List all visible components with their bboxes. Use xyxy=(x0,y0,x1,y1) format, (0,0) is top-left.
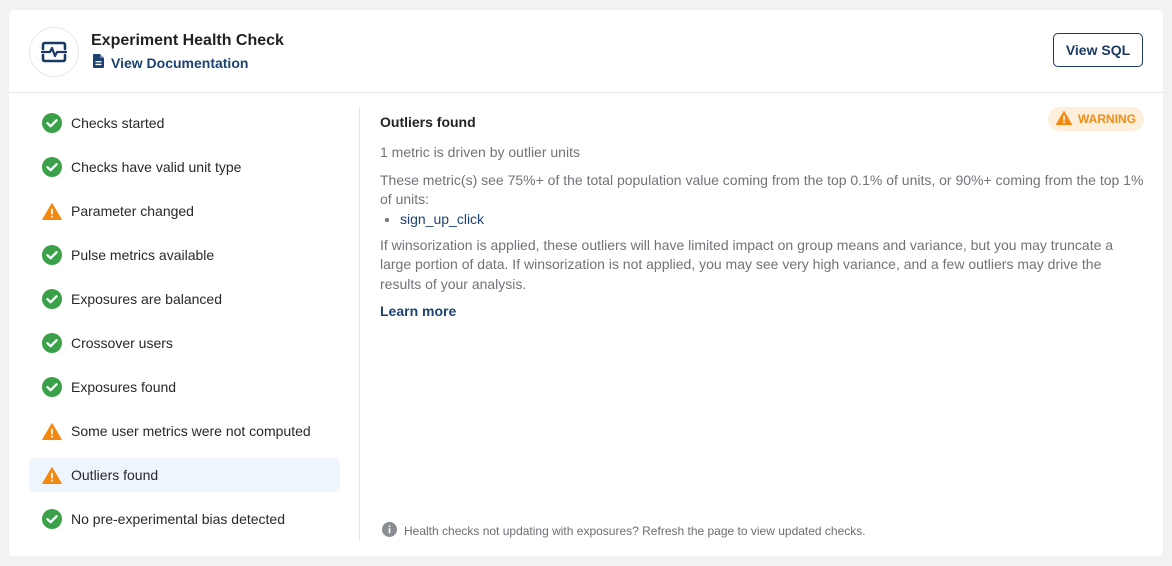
check-item-label: Exposures are balanced xyxy=(71,291,222,307)
check-detail-panel: Outliers found WARNING 1 metric is drive… xyxy=(380,107,1144,321)
check-circle-icon xyxy=(42,289,62,309)
check-item-label: Parameter changed xyxy=(71,203,194,219)
header: Experiment Health Check View Documentati… xyxy=(9,10,1163,93)
check-item-label: Crossover users xyxy=(71,335,173,351)
check-item-label: Checks have valid unit type xyxy=(71,159,242,175)
page-title: Experiment Health Check xyxy=(91,32,284,49)
detail-description: These metric(s) see 75%+ of the total po… xyxy=(380,171,1144,208)
document-icon xyxy=(93,54,104,71)
check-circle-icon xyxy=(42,113,62,133)
learn-more-link[interactable]: Learn more xyxy=(380,303,456,319)
footer-note-text: Health checks not updating with exposure… xyxy=(404,524,866,538)
check-item-label: Pulse metrics available xyxy=(71,247,215,263)
panel-divider xyxy=(359,107,360,540)
warning-badge: WARNING xyxy=(1048,107,1144,131)
info-icon xyxy=(382,522,397,540)
check-item[interactable]: Parameter changed xyxy=(29,194,340,228)
outlier-metrics-list: sign_up_click xyxy=(380,210,1144,229)
check-item[interactable]: Pulse metrics available xyxy=(29,238,340,272)
check-item[interactable]: Exposures are balanced xyxy=(29,282,340,316)
check-item[interactable]: Outliers found xyxy=(29,458,340,492)
detail-explanation: If winsorization is applied, these outli… xyxy=(380,236,1114,292)
check-circle-icon xyxy=(42,333,62,353)
check-item-label: Some user metrics were not computed xyxy=(71,423,311,439)
check-item[interactable]: Some user metrics were not computed xyxy=(29,414,340,448)
detail-summary: 1 metric is driven by outlier units xyxy=(380,144,580,160)
check-item-label: Checks started xyxy=(71,115,165,131)
check-circle-icon xyxy=(42,377,62,397)
warning-icon xyxy=(42,421,62,441)
checks-list: Checks started Checks have valid unit typ… xyxy=(29,106,340,546)
pulse-icon xyxy=(29,27,79,77)
health-check-card: Experiment Health Check View Documentati… xyxy=(9,10,1163,556)
check-item[interactable]: Checks started xyxy=(29,106,340,140)
detail-title: Outliers found xyxy=(380,114,476,130)
footer-note: Health checks not updating with exposure… xyxy=(382,522,866,540)
view-sql-button[interactable]: View SQL xyxy=(1053,33,1143,67)
check-item[interactable]: Crossover users xyxy=(29,326,340,360)
warning-icon xyxy=(42,201,62,221)
check-item[interactable]: No pre-experimental bias detected xyxy=(29,502,340,536)
warning-icon xyxy=(1056,110,1072,128)
check-item-label: No pre-experimental bias detected xyxy=(71,511,286,527)
metric-link[interactable]: sign_up_click xyxy=(400,211,484,227)
view-documentation-label: View Documentation xyxy=(111,54,249,71)
check-circle-icon xyxy=(42,157,62,177)
check-item[interactable]: Exposures found xyxy=(29,370,340,404)
check-circle-icon xyxy=(42,509,62,529)
warning-badge-label: WARNING xyxy=(1078,112,1136,126)
warning-icon xyxy=(42,465,62,485)
check-circle-icon xyxy=(42,245,62,265)
check-item-label: Outliers found xyxy=(71,467,159,483)
check-item-label: Exposures found xyxy=(71,379,177,395)
check-item[interactable]: Checks have valid unit type xyxy=(29,150,340,184)
list-item: sign_up_click xyxy=(400,210,1144,229)
view-documentation-link[interactable]: View Documentation xyxy=(93,54,248,71)
